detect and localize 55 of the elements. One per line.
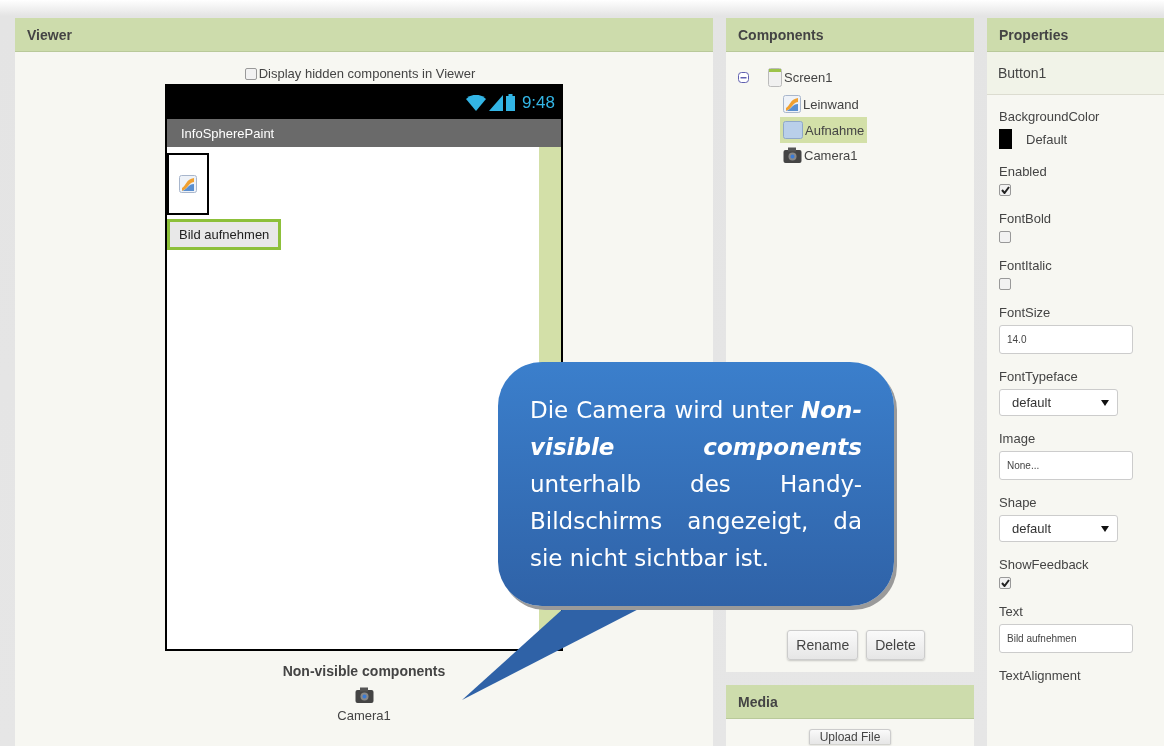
panel-header: Components	[726, 18, 974, 52]
property-field[interactable]: None...	[999, 451, 1133, 480]
dropdown-arrow-icon	[1101, 399, 1109, 406]
tree-item[interactable]: Screen1	[765, 64, 836, 91]
canvas-icon	[179, 175, 197, 193]
wifi-icon	[465, 94, 486, 111]
canvas-icon	[783, 95, 801, 113]
checkbox[interactable]	[244, 67, 257, 80]
tree-item[interactable]: Camera1	[780, 143, 861, 168]
app-title: InfoSpherePaint	[167, 119, 561, 147]
tree-item[interactable]: Aufnahme	[780, 117, 868, 143]
property-dropdown[interactable]: default	[999, 389, 1118, 416]
checkbox[interactable]	[999, 184, 1011, 196]
property-label: ShowFeedback	[999, 557, 1089, 572]
property-label: FontSize	[999, 305, 1051, 320]
checkbox[interactable]	[999, 231, 1011, 243]
panel-header: Media	[726, 685, 974, 719]
component-label: Camera1	[337, 708, 391, 723]
button-component-icon	[783, 121, 803, 139]
upload-button[interactable]: Upload File	[808, 729, 892, 744]
tree-item[interactable]: Leinwand	[780, 91, 862, 117]
battery-icon	[505, 94, 515, 111]
screen-icon	[768, 68, 782, 87]
property-field[interactable]: Bild aufnehmen	[999, 624, 1133, 653]
camera-icon	[354, 687, 374, 704]
action-button[interactable]: Rename	[787, 630, 859, 660]
camera-icon	[783, 147, 802, 164]
canvas-component[interactable]	[167, 153, 209, 215]
property-label: Shape	[999, 495, 1037, 510]
property-label: BackgroundColor	[999, 109, 1100, 124]
property-field[interactable]: 14.0	[999, 325, 1133, 354]
component-name: Button1	[987, 52, 1164, 95]
property-dropdown[interactable]: default	[999, 515, 1118, 542]
dropdown-arrow-icon	[1101, 525, 1109, 532]
color-swatch[interactable]	[999, 129, 1012, 149]
section-title: Non-visible components	[282, 663, 446, 679]
property-label: Enabled	[999, 164, 1047, 179]
checkbox[interactable]	[999, 577, 1011, 589]
action-button[interactable]: Delete	[866, 630, 925, 660]
checkbox-label: Display hidden components in Viewer	[258, 66, 476, 81]
checkbox[interactable]	[999, 278, 1011, 290]
property-label: FontBold	[999, 211, 1052, 226]
property-label: FontTypeface	[999, 369, 1078, 384]
phone-button[interactable]: Bild aufnehmen	[167, 219, 282, 250]
panel-header: Properties	[987, 18, 1164, 52]
collapse-icon[interactable]	[738, 72, 749, 83]
panel-header: Viewer	[15, 18, 713, 52]
property-label: Text	[999, 604, 1023, 619]
property-label: TextAlignment	[999, 668, 1081, 683]
callout-text: Die Camera wird unter Non-visible components unterhalb des Handy-Bildschirms angezeigt, da sie nicht sichtbar ist.	[530, 396, 862, 573]
property-label: FontItalic	[999, 258, 1052, 273]
color-value: Default	[1026, 131, 1068, 147]
signal-icon	[488, 94, 503, 111]
clock-time: 9:48	[521, 92, 555, 113]
property-label: Image	[999, 431, 1036, 446]
